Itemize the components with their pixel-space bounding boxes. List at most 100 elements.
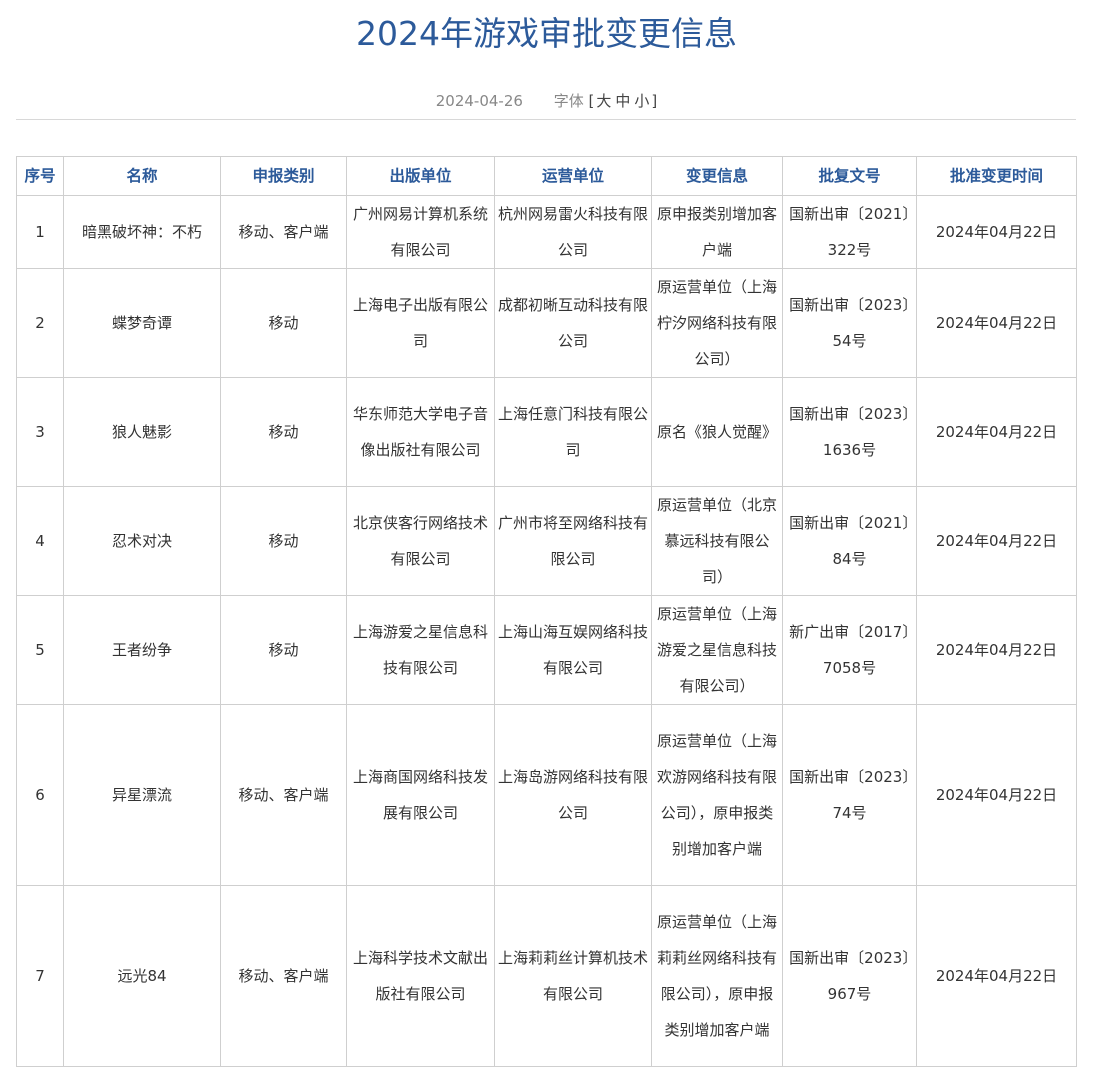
cell-approval-number: 国新出审〔2023〕967号 (782, 885, 917, 1067)
header-change-info: 变更信息 (651, 156, 783, 196)
cell-no: 5 (16, 595, 64, 705)
cell-publisher: 上海游爱之星信息科技有限公司 (346, 595, 495, 705)
cell-publisher: 北京侠客行网络技术有限公司 (346, 486, 495, 596)
cell-change-info: 原运营单位（上海游爱之星信息科技有限公司） (651, 595, 783, 705)
cell-publisher: 华东师范大学电子音像出版社有限公司 (346, 377, 495, 487)
cell-change-info: 原名《狼人觉醒》 (651, 377, 783, 487)
cell-change-info-text: 原运营单位（北京慕远科技有限公司） (656, 496, 777, 586)
cell-name: 王者纷争 (63, 595, 221, 705)
cell-operator: 上海岛游网络科技有限公司 (494, 704, 652, 886)
cell-approval-date: 2024年04月22日 (916, 377, 1077, 487)
header-approval-date: 批准变更时间 (916, 156, 1077, 196)
cell-change-info-text: 原运营单位（上海柠汐网络科技有限公司） (656, 278, 777, 368)
cell-change-info: 原运营单位（上海欢游网络科技有限公司），原申报类别增加客户端 (651, 704, 783, 886)
publish-date: 2024-04-26 (435, 92, 523, 110)
font-size-small-link[interactable]: 小 (634, 92, 649, 110)
cell-operator: 杭州网易雷火科技有限公司 (494, 195, 652, 269)
cell-change-info: 原运营单位（上海莉莉丝网络科技有限公司），原申报类别增加客户端 (651, 885, 783, 1067)
cell-operator-text: 上海山海互娱网络科技有限公司 (498, 623, 649, 677)
font-size-large-link[interactable]: 大 (596, 92, 611, 110)
cell-publisher-text: 华东师范大学电子音像出版社有限公司 (352, 405, 488, 459)
cell-approval-date: 2024年04月22日 (916, 268, 1077, 378)
cell-category: 移动、客户端 (220, 704, 347, 886)
header-category: 申报类别 (220, 156, 347, 196)
table-row: 3 狼人魅影 移动 华东师范大学电子音像出版社有限公司 上海任意门科技有限公司 … (16, 377, 1077, 487)
font-size-label: 字体 (553, 92, 584, 110)
article-meta: 2024-04-26 字体 [大中小] (0, 89, 1093, 113)
cell-publisher-text: 上海游爱之星信息科技有限公司 (352, 623, 488, 677)
font-size-controls: 大中小 (594, 92, 651, 110)
cell-operator: 广州市将至网络科技有限公司 (494, 486, 652, 596)
cell-name: 远光84 (63, 885, 221, 1067)
cell-approval-date: 2024年04月22日 (916, 595, 1077, 705)
cell-approval-number-text: 国新出审〔2023〕1636号 (789, 405, 910, 459)
cell-approval-number: 国新出审〔2021〕322号 (782, 195, 917, 269)
cell-approval-number: 国新出审〔2023〕54号 (782, 268, 917, 378)
cell-operator-text: 杭州网易雷火科技有限公司 (498, 205, 649, 259)
page-title: 2024年游戏审批变更信息 (356, 14, 737, 53)
cell-approval-number-text: 国新出审〔2023〕54号 (789, 296, 910, 350)
font-size-medium-link[interactable]: 中 (615, 92, 630, 110)
cell-category: 移动 (220, 377, 347, 487)
cell-no: 2 (16, 268, 64, 378)
cell-approval-number: 国新出审〔2023〕74号 (782, 704, 917, 886)
cell-operator-text: 上海任意门科技有限公司 (498, 405, 649, 459)
cell-name: 异星漂流 (63, 704, 221, 886)
cell-no: 1 (16, 195, 64, 269)
approval-change-table: 序号 名称 申报类别 出版单位 运营单位 变更信息 批复文号 批准变更时间 1 … (16, 156, 1077, 1067)
cell-operator-text: 成都初晰互动科技有限公司 (498, 296, 649, 350)
cell-no: 6 (16, 704, 64, 886)
cell-operator: 上海任意门科技有限公司 (494, 377, 652, 487)
cell-operator: 上海莉莉丝计算机技术有限公司 (494, 885, 652, 1067)
table-row: 4 忍术对决 移动 北京侠客行网络技术有限公司 广州市将至网络科技有限公司 原运… (16, 486, 1077, 596)
table-row: 5 王者纷争 移动 上海游爱之星信息科技有限公司 上海山海互娱网络科技有限公司 … (16, 595, 1077, 705)
cell-publisher-text: 上海科学技术文献出版社有限公司 (352, 949, 488, 1003)
cell-approval-number: 国新出审〔2023〕1636号 (782, 377, 917, 487)
cell-approval-number-text: 国新出审〔2023〕74号 (789, 768, 910, 822)
cell-approval-date: 2024年04月22日 (916, 195, 1077, 269)
table-row: 2 蝶梦奇谭 移动 上海电子出版有限公司 成都初晰互动科技有限公司 原运营单位（… (16, 268, 1077, 378)
cell-approval-number-text: 新广出审〔2017〕7058号 (789, 623, 910, 677)
cell-category: 移动 (220, 595, 347, 705)
cell-approval-number: 国新出审〔2021〕84号 (782, 486, 917, 596)
cell-operator-text: 广州市将至网络科技有限公司 (498, 514, 649, 568)
cell-change-info: 原运营单位（上海柠汐网络科技有限公司） (651, 268, 783, 378)
cell-change-info-text: 原运营单位（上海游爱之星信息科技有限公司） (656, 605, 777, 695)
cell-operator: 成都初晰互动科技有限公司 (494, 268, 652, 378)
title-divider (16, 119, 1076, 120)
cell-publisher: 广州网易计算机系统有限公司 (346, 195, 495, 269)
cell-publisher: 上海科学技术文献出版社有限公司 (346, 885, 495, 1067)
cell-approval-date: 2024年04月22日 (916, 704, 1077, 886)
cell-name: 蝶梦奇谭 (63, 268, 221, 378)
cell-no: 7 (16, 885, 64, 1067)
cell-no: 3 (16, 377, 64, 487)
cell-no: 4 (16, 486, 64, 596)
font-size-bracket-close: ] (651, 92, 658, 110)
header-approval-number: 批复文号 (782, 156, 917, 196)
cell-publisher: 上海电子出版有限公司 (346, 268, 495, 378)
cell-category: 移动 (220, 486, 347, 596)
cell-category: 移动、客户端 (220, 195, 347, 269)
table-header-row: 序号 名称 申报类别 出版单位 运营单位 变更信息 批复文号 批准变更时间 (16, 156, 1077, 196)
cell-approval-number-text: 国新出审〔2021〕84号 (789, 514, 910, 568)
cell-name: 狼人魅影 (63, 377, 221, 487)
table-row: 7 远光84 移动、客户端 上海科学技术文献出版社有限公司 上海莉莉丝计算机技术… (16, 885, 1077, 1067)
cell-operator-text: 上海莉莉丝计算机技术有限公司 (498, 949, 649, 1003)
cell-category: 移动、客户端 (220, 885, 347, 1067)
cell-publisher-text: 上海商国网络科技发展有限公司 (352, 768, 488, 822)
cell-approval-date: 2024年04月22日 (916, 885, 1077, 1067)
cell-change-info-text: 原名《狼人觉醒》 (656, 423, 777, 441)
cell-publisher-text: 北京侠客行网络技术有限公司 (352, 514, 488, 568)
cell-publisher-text: 上海电子出版有限公司 (352, 296, 488, 350)
cell-approval-number-text: 国新出审〔2023〕967号 (789, 949, 910, 1003)
cell-approval-date: 2024年04月22日 (916, 486, 1077, 596)
cell-approval-number: 新广出审〔2017〕7058号 (782, 595, 917, 705)
cell-change-info-text: 原运营单位（上海欢游网络科技有限公司），原申报类别增加客户端 (656, 732, 777, 858)
cell-operator-text: 上海岛游网络科技有限公司 (498, 768, 649, 822)
header-operator: 运营单位 (494, 156, 652, 196)
cell-approval-number-text: 国新出审〔2021〕322号 (789, 205, 910, 259)
cell-change-info: 原运营单位（北京慕远科技有限公司） (651, 486, 783, 596)
cell-operator: 上海山海互娱网络科技有限公司 (494, 595, 652, 705)
cell-publisher: 上海商国网络科技发展有限公司 (346, 704, 495, 886)
cell-change-info: 原申报类别增加客户端 (651, 195, 783, 269)
